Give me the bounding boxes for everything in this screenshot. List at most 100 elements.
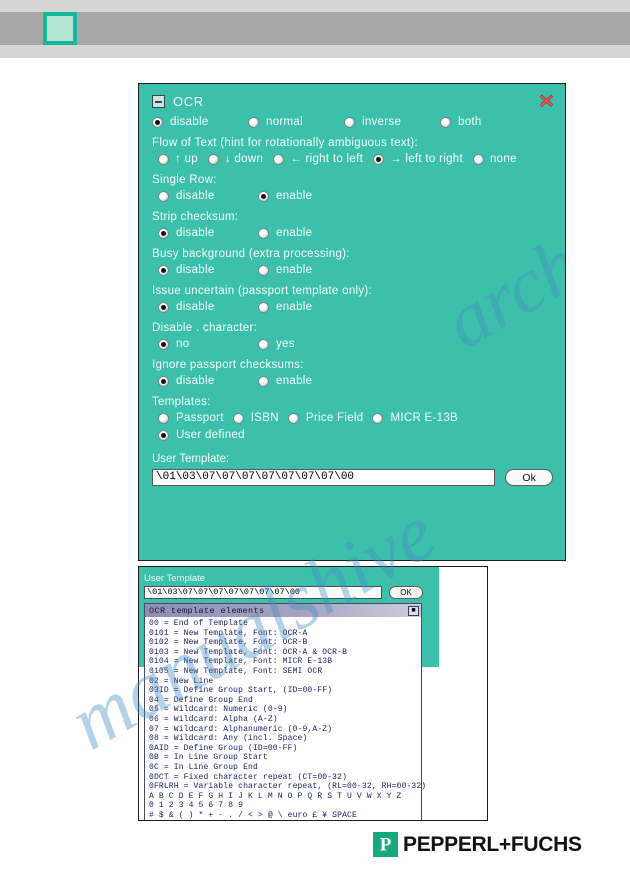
option-label: normal <box>266 116 303 128</box>
radio-icon[interactable] <box>158 338 169 350</box>
ignore-passport-option-disable[interactable]: disable <box>158 375 258 387</box>
radio-icon[interactable] <box>248 116 259 128</box>
list-item: 02 = New Line <box>149 676 214 686</box>
radio-icon[interactable] <box>158 153 169 165</box>
list-item: 00 = End of Template <box>149 619 249 628</box>
strip-checksum-option-disable[interactable]: disable <box>158 227 258 239</box>
template-elements-titlebar: OCR template elements ■ <box>145 604 421 617</box>
template-option-passport[interactable]: Passport <box>158 412 224 424</box>
radio-icon[interactable] <box>158 429 169 441</box>
radio-icon[interactable] <box>158 301 169 313</box>
ignore-passport-checksums-label: Ignore passport checksums: <box>152 359 304 371</box>
ocr-mode-option-inverse[interactable]: inverse <box>344 116 440 128</box>
figure-ok-button[interactable]: OK <box>389 586 423 599</box>
template-option-micr-e13b[interactable]: MICR E-13B <box>372 412 458 424</box>
ocr-mode-option-disable[interactable]: disable <box>152 116 248 128</box>
radio-icon[interactable] <box>158 375 169 387</box>
option-label: disable <box>176 227 215 239</box>
user-template-row: \01\03\07\07\07\07\07\07\07\00 Ok <box>152 469 553 486</box>
single-row-option-enable[interactable]: enable <box>258 190 312 202</box>
radio-icon[interactable] <box>258 264 269 276</box>
option-label: enable <box>276 190 313 202</box>
ocr-mode-option-normal[interactable]: normal <box>248 116 344 128</box>
list-item: 0AID = Define Group (ID=00-FF) <box>149 743 298 753</box>
figure-user-template-input[interactable]: \01\03\07\07\07\07\07\07\07\00 <box>144 586 382 599</box>
template-option-user-defined[interactable]: User defined <box>158 429 245 441</box>
option-label: Price Field <box>305 412 364 424</box>
template-elements-window: OCR template elements ■ 00 = End of Temp… <box>144 603 427 820</box>
issue-uncertain-option-disable[interactable]: disable <box>158 301 258 313</box>
radio-icon[interactable] <box>258 375 269 387</box>
radio-icon[interactable] <box>158 412 169 424</box>
close-x-icon[interactable] <box>539 93 554 108</box>
disable-character-option-yes[interactable]: yes <box>258 338 295 350</box>
radio-icon[interactable] <box>158 264 169 276</box>
radio-icon[interactable] <box>158 190 169 202</box>
radio-icon[interactable] <box>232 412 244 424</box>
logo-text: PEPPERL+FUCHS <box>403 832 582 856</box>
user-template-ok-button[interactable]: Ok <box>505 469 553 486</box>
disable-character-radio-group: no yes <box>152 338 553 350</box>
radio-icon[interactable] <box>440 116 451 128</box>
flow-option-none[interactable]: none <box>472 153 517 165</box>
flow-of-text-radio-group: ↑ up ↓ down ← right to left → left to ri… <box>158 153 553 165</box>
radio-icon[interactable] <box>258 338 269 350</box>
radio-icon[interactable] <box>258 301 269 313</box>
single-row-label: Single Row: <box>152 174 217 186</box>
templates-radio-group-row2: User defined <box>158 429 553 441</box>
option-label: ← right to left <box>290 153 364 165</box>
strip-checksum-option-enable[interactable]: enable <box>258 227 312 239</box>
single-row-option-disable[interactable]: disable <box>158 190 258 202</box>
disable-character-label: Disable . character: <box>152 322 258 334</box>
page-header-band <box>0 12 630 45</box>
radio-icon[interactable] <box>372 412 384 424</box>
logo-mark-icon: P <box>373 832 398 857</box>
option-label: Passport <box>176 412 224 424</box>
maximize-icon[interactable]: ■ <box>408 605 419 616</box>
option-label: enable <box>276 264 313 276</box>
radio-icon[interactable] <box>207 153 219 165</box>
template-option-price-field[interactable]: Price Field <box>287 412 364 424</box>
radio-icon[interactable] <box>258 190 269 202</box>
pepperl-fuchs-logo: P PEPPERL+FUCHS <box>373 832 582 857</box>
radio-icon[interactable] <box>287 412 299 424</box>
busy-background-option-enable[interactable]: enable <box>258 264 312 276</box>
user-template-label: User Template: <box>152 453 230 465</box>
list-item: # $ & ( ) * + - . / < > @ \ euro £ ¥ SPA… <box>149 810 357 820</box>
busy-background-option-disable[interactable]: disable <box>158 264 258 276</box>
flow-option-right-to-left[interactable]: ← right to left <box>273 153 363 165</box>
list-item: 0C = In Line Group End <box>149 762 258 772</box>
list-item: 0104 = New Template, Font: MICR E-13B <box>149 657 333 667</box>
list-item: 0FRLRH = Variable character repeat, (RL=… <box>149 782 427 792</box>
disable-character-option-no[interactable]: no <box>158 338 258 350</box>
list-item: 0DCT = Fixed character repeat (CT=00-32) <box>149 772 348 782</box>
flow-option-up[interactable]: ↑ up <box>158 153 198 165</box>
radio-icon[interactable] <box>158 227 169 239</box>
list-item: A B C D E F G H I J K L M N O P Q R S T … <box>149 791 402 801</box>
radio-icon[interactable] <box>152 116 163 128</box>
ocr-mode-option-both[interactable]: both <box>440 116 536 128</box>
option-label: inverse <box>362 116 402 128</box>
template-option-isbn[interactable]: ISBN <box>232 412 279 424</box>
option-label: both <box>458 116 482 128</box>
radio-icon[interactable] <box>472 153 484 165</box>
page-top-band <box>0 0 630 12</box>
option-label: ISBN <box>250 412 279 424</box>
collapse-minus-icon[interactable] <box>152 94 165 108</box>
user-template-input[interactable]: \01\03\07\07\07\07\07\07\07\00 <box>152 469 496 486</box>
radio-icon[interactable] <box>273 153 285 165</box>
ignore-passport-option-enable[interactable]: enable <box>258 375 312 387</box>
list-item: 08 = Wildcard: Any (incl. Space) <box>149 734 308 744</box>
ocr-template-elements-figure: User Template \01\03\07\07\07\07\07\07\0… <box>138 566 488 821</box>
option-label: disable <box>176 190 215 202</box>
radio-icon[interactable] <box>258 227 269 239</box>
radio-icon[interactable] <box>344 116 355 128</box>
option-label: enable <box>276 375 313 387</box>
figure-user-template-row: \01\03\07\07\07\07\07\07\07\00 OK <box>144 586 484 599</box>
flow-option-down[interactable]: ↓ down <box>207 153 263 165</box>
panel-title-row: OCR <box>152 92 553 110</box>
list-item: 0103 = New Template, Font: OCR-A & OCR-B <box>149 647 348 657</box>
flow-option-left-to-right[interactable]: → left to right <box>373 153 463 165</box>
radio-icon[interactable] <box>373 153 385 165</box>
issue-uncertain-option-enable[interactable]: enable <box>258 301 312 313</box>
